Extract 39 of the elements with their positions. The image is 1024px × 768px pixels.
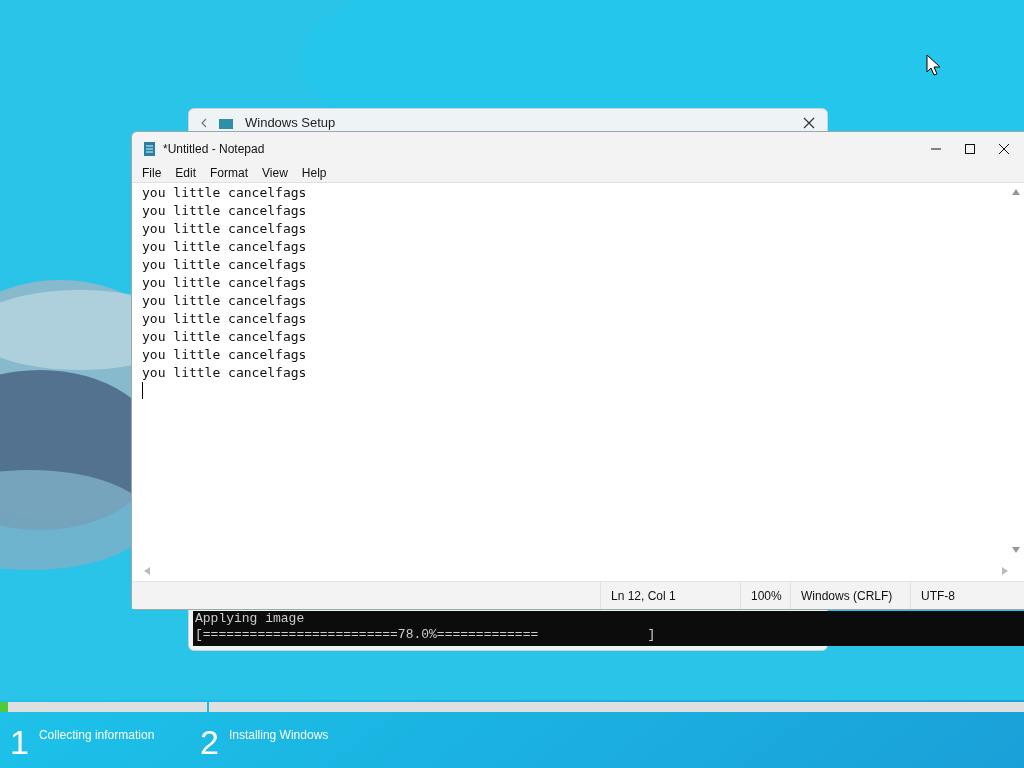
text-line: you little cancelfags (142, 346, 307, 364)
text-line: you little cancelfags (142, 274, 307, 292)
text-line: you little cancelfags (142, 202, 307, 220)
text-line: you little cancelfags (142, 220, 307, 238)
console-line: Applying image (195, 611, 305, 627)
text-line: you little cancelfags (142, 256, 307, 274)
scroll-left-icon[interactable] (144, 567, 150, 575)
status-text: Ln 12, Col 1 (611, 587, 676, 605)
text-line: you little cancelfags (142, 364, 307, 382)
scroll-down-icon[interactable] (1012, 547, 1020, 553)
text-line: you little cancelfags (142, 292, 307, 310)
text-cursor (142, 382, 143, 399)
status-text: Windows (CRLF) (801, 587, 893, 605)
menu-item[interactable]: Format (210, 164, 249, 182)
step-label: Installing Windows (228, 727, 329, 744)
step-number: 1 (10, 722, 29, 762)
status-text: 100% (751, 587, 782, 605)
step-label: Collecting information (38, 727, 155, 744)
text-line: you little cancelfags (142, 310, 307, 328)
scroll-right-icon[interactable] (1002, 567, 1008, 575)
maximize-icon[interactable] (964, 143, 976, 155)
step-number: 2 (200, 722, 219, 762)
setup-icon (219, 117, 233, 129)
menu-item[interactable]: File (142, 164, 162, 182)
menu-item[interactable]: View (262, 164, 288, 182)
status-text: UTF-8 (921, 587, 955, 605)
notepad-icon (144, 142, 155, 156)
window-title: *Untitled - Notepad (163, 141, 265, 158)
console-line: [=========================78.0%============= ] (195, 627, 656, 643)
mouse-cursor-icon (926, 54, 942, 76)
menu-item[interactable]: Edit (175, 164, 197, 182)
text-line: you little cancelfags (142, 328, 307, 346)
menu-item[interactable]: Help (301, 164, 327, 182)
close-icon[interactable] (998, 143, 1010, 155)
close-icon[interactable] (803, 117, 815, 129)
window-title: Windows Setup (245, 114, 336, 133)
text-line: you little cancelfags (142, 184, 307, 202)
scroll-up-icon[interactable] (1012, 189, 1020, 195)
text-line: you little cancelfags (142, 238, 307, 256)
